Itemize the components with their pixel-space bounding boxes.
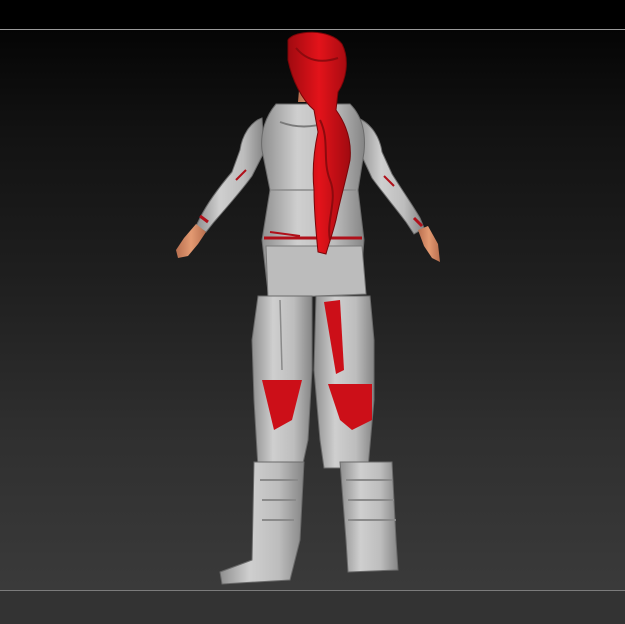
left-leg <box>251 295 313 469</box>
boots <box>219 461 399 585</box>
right-arm <box>357 117 440 262</box>
right-leg <box>313 295 375 469</box>
sculpt-app-window <box>0 0 625 624</box>
left-arm <box>176 117 265 258</box>
hip-plate <box>265 245 367 299</box>
sculpted-character-model[interactable] <box>0 0 625 624</box>
left-hand <box>176 224 206 258</box>
right-hand <box>418 226 440 262</box>
